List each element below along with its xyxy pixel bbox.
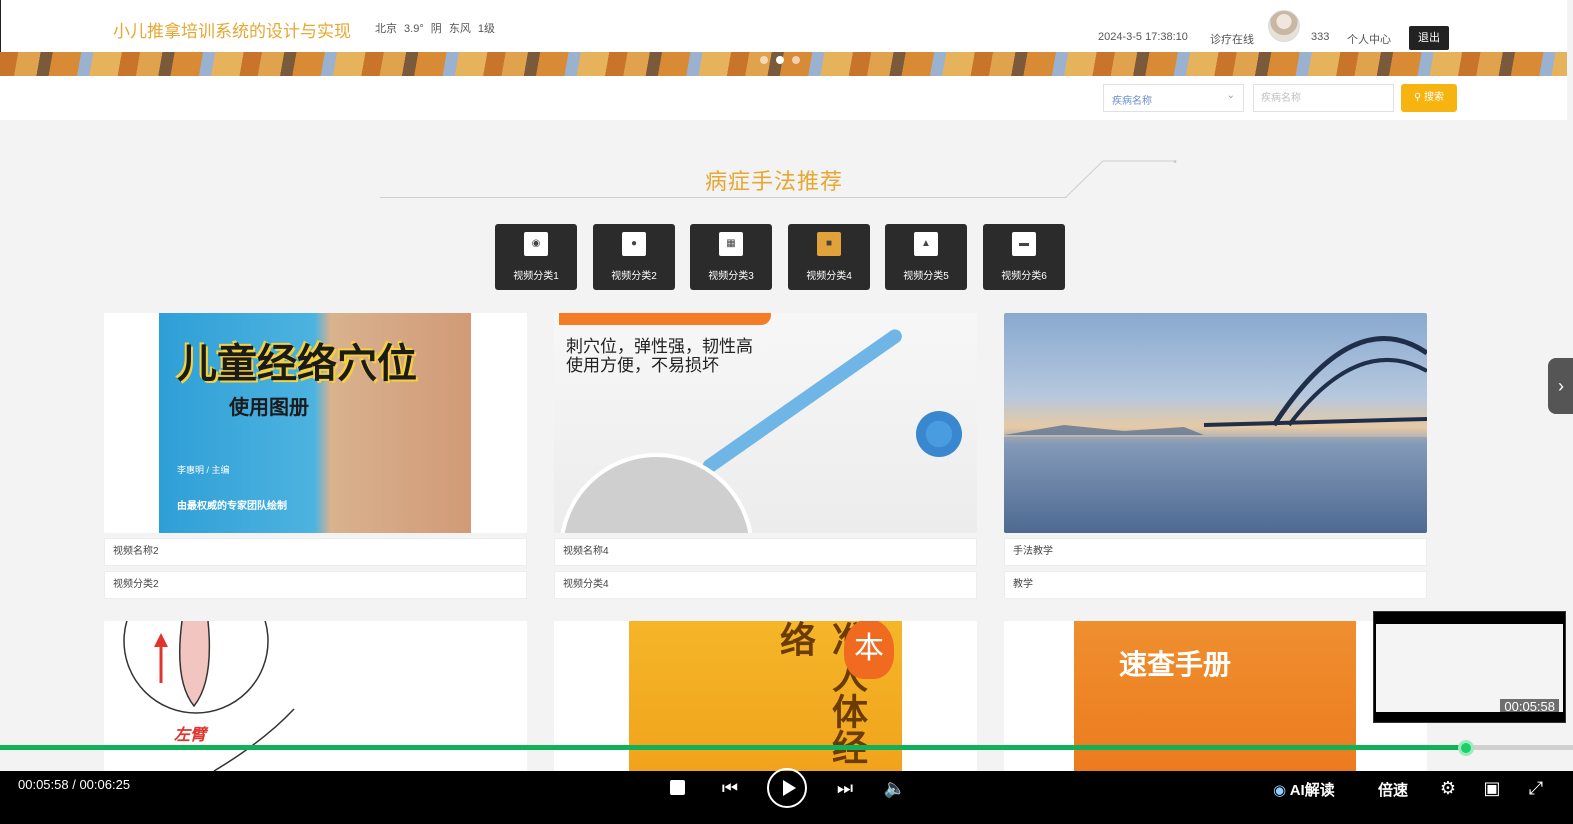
carousel-dot[interactable] [792,56,800,64]
category-label: 视频分类5 [903,271,949,282]
video-category: 视频分类2 [104,571,527,599]
search-type-value: 疾病名称 [1112,96,1152,107]
carousel-dot[interactable] [760,56,768,64]
category-button-4[interactable]: ■ 视频分类4 [788,224,870,290]
category-button-6[interactable]: ▬ 视频分类6 [983,224,1065,290]
logout-button[interactable]: 退出 [1409,26,1449,50]
ai-label: AI解读 [1289,782,1335,799]
book-cover-image: 儿童经络穴位 使用图册 李惠明 / 主编 由最权威的专家团队绘制 [159,313,471,533]
section-title: 病症手法推荐 [705,169,844,194]
video-name: 视频名称2 [104,538,527,566]
category-button-3[interactable]: ▦ 视频分类3 [690,224,772,290]
category-label: 视频分类4 [806,271,852,282]
section-divider [380,197,1066,198]
search-icon: ⚲ [1413,92,1422,103]
fullscreen-icon[interactable]: ⤢ [1524,776,1548,800]
category-label: 视频分类2 [611,271,657,282]
video-name: 视频名称4 [554,538,977,566]
massager-product-image: 刺穴位，弹性强，韧性高 使用方便，不易损坏 [554,313,977,533]
book-title: 速查手册 [1119,648,1232,681]
book-badge: 本 [844,621,894,679]
product-banner [559,313,771,325]
category-logo-icon: ▦ [719,232,743,256]
category-button-1[interactable]: ◉ 视频分类1 [495,224,577,290]
search-input[interactable] [1253,84,1394,112]
video-thumbnail[interactable]: 刺穴位，弹性强，韧性高 使用方便，不易损坏 [554,313,977,533]
current-datetime: 2024-3-5 17:38:10 [1098,31,1188,43]
avatar[interactable] [1268,10,1300,42]
video-name: 手法教学 [1004,538,1427,566]
book-editor: 李惠明 / 主编 [177,465,230,475]
carousel-dots [760,56,800,64]
category-label: 视频分类3 [708,271,754,282]
settings-gear-icon[interactable]: ⚙ [1436,776,1460,800]
search-type-select[interactable]: 疾病名称 ⌄ [1103,84,1244,112]
product-caption-line: 刺穴位，弹性强，韧性高 [566,337,753,356]
picture-in-picture-icon[interactable]: ▣ [1480,776,1504,800]
carousel-dot-active[interactable] [776,56,784,64]
video-category: 视频分类4 [554,571,977,599]
category-logo-icon: ◉ [524,232,548,256]
product-caption-line: 使用方便，不易损坏 [566,356,719,375]
next-arrow-icon[interactable]: › [1548,358,1573,414]
profile-link[interactable]: 个人中心 [1347,31,1391,47]
page: 小儿推拿培训系统的设计与实现 北京 3.9° 阴 东风 1级 2024-3-5 … [0,0,1573,824]
next-icon[interactable]: ⏭ [833,776,857,800]
volume-icon[interactable]: 🔈 [883,776,907,800]
ai-interpret-button[interactable]: ◉ AI解读 [1273,779,1335,800]
book-subtitle: 使用图册 [229,395,309,419]
username: 333 [1311,31,1330,43]
play-icon[interactable] [767,768,807,808]
section-decoration [1064,160,1177,199]
category-logo-icon: ● [622,232,646,256]
bridge-illustration [1004,336,1427,533]
book-title: 儿童经络穴位 [177,340,417,387]
mini-preview[interactable]: 00:05:58 [1373,611,1566,723]
stop-icon[interactable] [667,776,687,795]
mini-preview-time: 00:05:58 [1500,699,1559,714]
category-button-2[interactable]: ● 视频分类2 [593,224,675,290]
category-logo-icon: ▲ [914,232,938,256]
product-detail-circle [559,453,754,533]
video-thumbnail[interactable] [1004,313,1427,533]
speed-button[interactable]: 倍速 [1378,779,1408,800]
book-footer: 由最权威的专家团队绘制 [177,501,287,512]
site-title[interactable]: 小儿推拿培训系统的设计与实现 [113,17,351,42]
progress-handle[interactable] [1458,740,1474,756]
progress-fill [0,745,1466,750]
search-button-label: 搜索 [1424,92,1445,103]
category-label: 视频分类1 [513,271,559,282]
product-caption: 刺穴位，弹性强，韧性高 使用方便，不易损坏 [566,337,753,375]
weather-info: 北京 3.9° 阴 东风 1级 [375,23,496,35]
video-thumbnail[interactable]: 儿童经络穴位 使用图册 李惠明 / 主编 由最权威的专家团队绘制 [104,313,527,533]
category-logo-icon: ■ [817,232,841,256]
bridge-landscape-image [1004,313,1427,533]
left-arm-label: 左臂 [174,727,207,744]
clinic-online-link[interactable]: 诊疗在线 [1210,31,1254,47]
video-category: 教学 [1004,571,1427,599]
category-button-5[interactable]: ▲ 视频分类5 [885,224,967,290]
previous-icon[interactable]: ⏮ [718,776,742,800]
top-bar: 小儿推拿培训系统的设计与实现 北京 3.9° 阴 东风 1级 2024-3-5 … [0,0,1567,52]
ai-icon: ◉ [1273,782,1287,799]
category-logo-icon: ▬ [1012,232,1036,256]
search-button[interactable]: ⚲ 搜索 [1401,84,1457,112]
massager-head [916,411,962,457]
time-display: 00:05:58 / 00:06:25 [18,777,131,792]
category-label: 视频分类6 [1001,271,1047,282]
chevron-down-icon: ⌄ [1226,90,1235,101]
